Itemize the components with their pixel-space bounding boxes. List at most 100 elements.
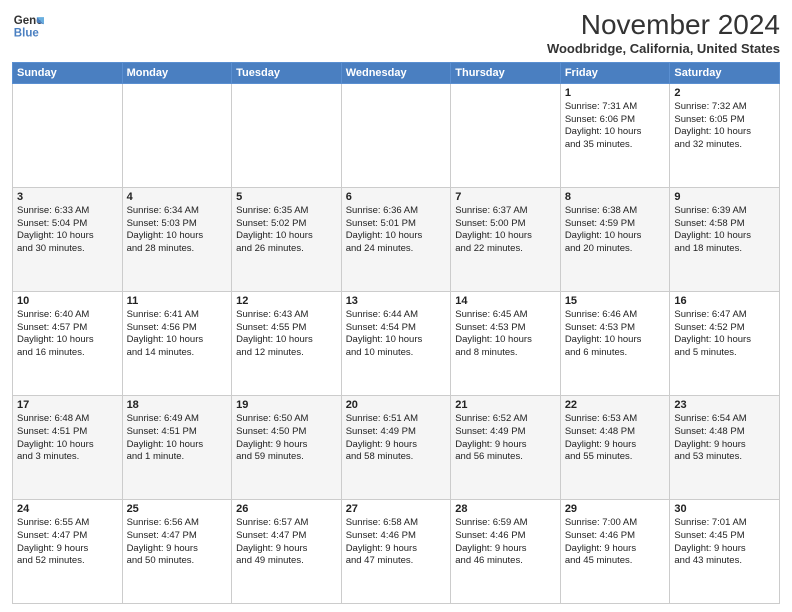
day-number: 25	[127, 503, 228, 515]
cell-info: Sunrise: 6:45 AMSunset: 4:53 PMDaylight:…	[455, 309, 556, 360]
info-line: and 8 minutes.	[455, 347, 556, 360]
calendar-cell-w4-d6: 23Sunrise: 6:54 AMSunset: 4:48 PMDayligh…	[670, 395, 780, 499]
cell-info: Sunrise: 7:00 AMSunset: 4:46 PMDaylight:…	[565, 517, 666, 568]
info-line: Sunrise: 6:37 AM	[455, 205, 556, 218]
info-line: Sunset: 4:53 PM	[455, 322, 556, 335]
cell-info: Sunrise: 6:53 AMSunset: 4:48 PMDaylight:…	[565, 413, 666, 464]
info-line: Daylight: 10 hours	[346, 334, 447, 347]
page: General Blue November 2024 Woodbridge, C…	[0, 0, 792, 612]
info-line: Daylight: 9 hours	[674, 543, 775, 556]
info-line: Daylight: 10 hours	[674, 230, 775, 243]
info-line: and 30 minutes.	[17, 243, 118, 256]
info-line: Sunset: 4:56 PM	[127, 322, 228, 335]
col-tuesday: Tuesday	[232, 62, 342, 83]
info-line: Sunrise: 6:49 AM	[127, 413, 228, 426]
info-line: Daylight: 9 hours	[17, 543, 118, 556]
week-row-2: 3Sunrise: 6:33 AMSunset: 5:04 PMDaylight…	[13, 187, 780, 291]
info-line: Sunrise: 6:39 AM	[674, 205, 775, 218]
cell-info: Sunrise: 7:31 AMSunset: 6:06 PMDaylight:…	[565, 101, 666, 152]
calendar-cell-w4-d4: 21Sunrise: 6:52 AMSunset: 4:49 PMDayligh…	[451, 395, 561, 499]
info-line: Sunrise: 6:33 AM	[17, 205, 118, 218]
info-line: Sunrise: 6:35 AM	[236, 205, 337, 218]
header: General Blue November 2024 Woodbridge, C…	[12, 10, 780, 56]
info-line: Sunset: 6:05 PM	[674, 114, 775, 127]
info-line: and 1 minute.	[127, 451, 228, 464]
info-line: Sunrise: 6:41 AM	[127, 309, 228, 322]
cell-info: Sunrise: 6:43 AMSunset: 4:55 PMDaylight:…	[236, 309, 337, 360]
info-line: Sunrise: 6:43 AM	[236, 309, 337, 322]
info-line: and 46 minutes.	[455, 555, 556, 568]
info-line: Sunrise: 6:52 AM	[455, 413, 556, 426]
info-line: Sunrise: 6:55 AM	[17, 517, 118, 530]
calendar-cell-w1-d5: 1 Sunrise: 7:31 AMSunset: 6:06 PMDaylight…	[560, 83, 670, 187]
day-number: 11	[127, 295, 228, 307]
day-number: 4	[127, 191, 228, 203]
info-line: Sunrise: 6:46 AM	[565, 309, 666, 322]
info-line: and 58 minutes.	[346, 451, 447, 464]
cell-info: Sunrise: 6:49 AMSunset: 4:51 PMDaylight:…	[127, 413, 228, 464]
calendar-cell-w2-d1: 4Sunrise: 6:34 AMSunset: 5:03 PMDaylight…	[122, 187, 232, 291]
calendar-cell-w3-d0: 10Sunrise: 6:40 AMSunset: 4:57 PMDayligh…	[13, 291, 123, 395]
info-line: Sunset: 4:48 PM	[674, 426, 775, 439]
info-line: Daylight: 10 hours	[674, 126, 775, 139]
day-number: 8	[565, 191, 666, 203]
info-line: Sunrise: 6:53 AM	[565, 413, 666, 426]
info-line: Daylight: 10 hours	[565, 230, 666, 243]
info-line: and 22 minutes.	[455, 243, 556, 256]
info-line: Sunrise: 6:56 AM	[127, 517, 228, 530]
cell-info: Sunrise: 6:38 AMSunset: 4:59 PMDaylight:…	[565, 205, 666, 256]
day-number: 6	[346, 191, 447, 203]
info-line: Daylight: 9 hours	[565, 543, 666, 556]
info-line: and 52 minutes.	[17, 555, 118, 568]
info-line: Sunset: 4:51 PM	[127, 426, 228, 439]
cell-info: Sunrise: 6:51 AMSunset: 4:49 PMDaylight:…	[346, 413, 447, 464]
info-line: Sunset: 4:57 PM	[17, 322, 118, 335]
info-line: Sunset: 4:46 PM	[346, 530, 447, 543]
title-block: November 2024 Woodbridge, California, Un…	[547, 10, 780, 56]
month-title: November 2024	[547, 10, 780, 41]
info-line: Sunset: 4:48 PM	[565, 426, 666, 439]
day-number: 22	[565, 399, 666, 411]
day-number: 26	[236, 503, 337, 515]
calendar-cell-w5-d1: 25 Sunrise: 6:56 AMSunset: 4:47 PMDayligh…	[122, 499, 232, 603]
info-line: Sunset: 4:49 PM	[346, 426, 447, 439]
info-line: Daylight: 9 hours	[455, 439, 556, 452]
day-number: 18	[127, 399, 228, 411]
info-line: Daylight: 9 hours	[346, 543, 447, 556]
day-number: 1	[565, 87, 666, 99]
calendar-cell-w1-d0	[13, 83, 123, 187]
info-line: and 18 minutes.	[674, 243, 775, 256]
calendar-cell-w2-d4: 7Sunrise: 6:37 AMSunset: 5:00 PMDaylight…	[451, 187, 561, 291]
calendar-cell-w2-d5: 8 Sunrise: 6:38 AMSunset: 4:59 PMDaylight…	[560, 187, 670, 291]
calendar-cell-w5-d0: 24Sunrise: 6:55 AMSunset: 4:47 PMDayligh…	[13, 499, 123, 603]
week-row-4: 17Sunrise: 6:48 AMSunset: 4:51 PMDayligh…	[13, 395, 780, 499]
calendar-cell-w2-d0: 3Sunrise: 6:33 AMSunset: 5:04 PMDaylight…	[13, 187, 123, 291]
info-line: Daylight: 10 hours	[455, 334, 556, 347]
cell-info: Sunrise: 6:52 AMSunset: 4:49 PMDaylight:…	[455, 413, 556, 464]
day-number: 15	[565, 295, 666, 307]
info-line: and 55 minutes.	[565, 451, 666, 464]
week-row-5: 24Sunrise: 6:55 AMSunset: 4:47 PMDayligh…	[13, 499, 780, 603]
cell-info: Sunrise: 6:33 AMSunset: 5:04 PMDaylight:…	[17, 205, 118, 256]
info-line: Sunrise: 7:31 AM	[565, 101, 666, 114]
info-line: and 12 minutes.	[236, 347, 337, 360]
info-line: and 26 minutes.	[236, 243, 337, 256]
col-sunday: Sunday	[13, 62, 123, 83]
cell-info: Sunrise: 6:56 AMSunset: 4:47 PMDaylight:…	[127, 517, 228, 568]
info-line: Sunset: 4:55 PM	[236, 322, 337, 335]
cell-info: Sunrise: 6:41 AMSunset: 4:56 PMDaylight:…	[127, 309, 228, 360]
info-line: Daylight: 10 hours	[565, 334, 666, 347]
info-line: Daylight: 10 hours	[127, 439, 228, 452]
info-line: Daylight: 10 hours	[346, 230, 447, 243]
info-line: Sunrise: 6:40 AM	[17, 309, 118, 322]
info-line: and 24 minutes.	[346, 243, 447, 256]
info-line: Sunrise: 6:48 AM	[17, 413, 118, 426]
day-number: 24	[17, 503, 118, 515]
info-line: and 56 minutes.	[455, 451, 556, 464]
logo: General Blue	[12, 10, 44, 42]
calendar-cell-w1-d1	[122, 83, 232, 187]
info-line: Sunset: 4:52 PM	[674, 322, 775, 335]
info-line: Sunrise: 6:45 AM	[455, 309, 556, 322]
info-line: Daylight: 10 hours	[674, 334, 775, 347]
info-line: and 43 minutes.	[674, 555, 775, 568]
